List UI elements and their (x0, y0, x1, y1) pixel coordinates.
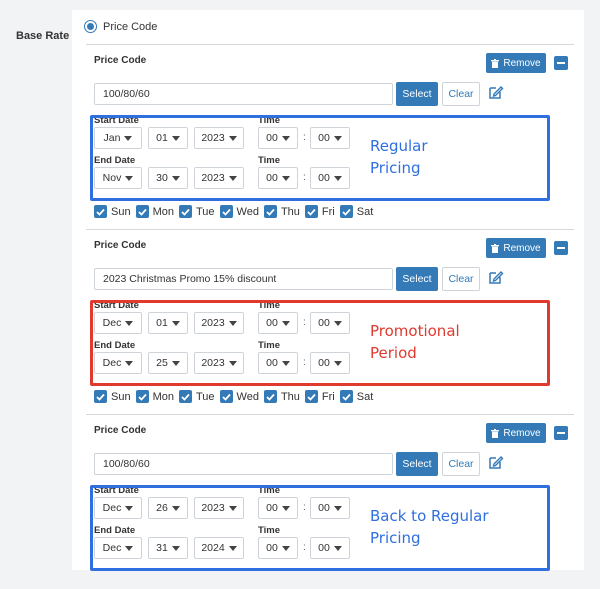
collapse-button[interactable] (554, 56, 568, 70)
weekday-checkbox-thu[interactable]: Thu (263, 390, 300, 403)
annotation-box (90, 300, 550, 386)
weekday-label: Wed (236, 390, 259, 403)
collapse-button[interactable] (554, 426, 568, 440)
checkmark-icon[interactable] (135, 205, 149, 218)
select-button[interactable]: Select (396, 267, 438, 291)
annotation-line-1: Promotional (370, 322, 460, 340)
weekday-label: Sun (111, 390, 131, 403)
weekday-checkbox-sat[interactable]: Sat (339, 205, 374, 218)
trash-icon (491, 58, 500, 68)
price-code-input[interactable]: 100/80/60 (94, 453, 393, 475)
checkmark-icon[interactable] (135, 390, 149, 403)
price-code-block: Price Code Remove 100/80/60 Select Clear… (86, 44, 574, 230)
checkmark-icon[interactable] (339, 205, 353, 218)
minus-icon (557, 62, 565, 64)
label-column: Base Rate (0, 10, 72, 570)
checkmark-icon[interactable] (94, 205, 107, 218)
annotation-line-2: Period (370, 344, 417, 362)
weekday-checkbox-wed[interactable]: Wed (219, 390, 259, 403)
checkmark-icon[interactable] (219, 390, 233, 403)
remove-button[interactable]: Remove (486, 53, 546, 73)
price-code-radio[interactable] (84, 20, 97, 33)
checkmark-icon[interactable] (94, 390, 107, 403)
trash-icon (491, 243, 500, 253)
annotation-text: Promotional Period (370, 320, 460, 364)
price-code-value: 2023 Christmas Promo 15% discount (103, 273, 277, 285)
remove-button-label: Remove (503, 242, 541, 254)
checkmark-icon[interactable] (304, 390, 318, 403)
weekday-checkbox-mon[interactable]: Mon (135, 390, 174, 403)
base-rate-panel: Price Code Price Code Remove 100/80/60 S… (72, 10, 584, 571)
weekday-checkbox-sat[interactable]: Sat (339, 390, 374, 403)
checkmark-icon[interactable] (304, 205, 318, 218)
annotation-text: Back to Regular Pricing (370, 505, 489, 549)
weekday-checkbox-sun[interactable]: Sun (94, 390, 131, 403)
weekday-checkbox-thu[interactable]: Thu (263, 205, 300, 218)
annotation-line-1: Regular (370, 137, 428, 155)
minus-icon (557, 247, 565, 249)
checkmark-icon[interactable] (339, 390, 353, 403)
weekday-label: Fri (321, 390, 335, 403)
checkmark-icon[interactable] (263, 205, 277, 218)
clear-button[interactable]: Clear (442, 82, 480, 106)
weekday-checkbox-mon[interactable]: Mon (135, 205, 174, 218)
minus-icon (557, 432, 565, 434)
weekday-label: Sat (356, 390, 374, 403)
price-code-radio-option[interactable]: Price Code (84, 20, 157, 33)
weekday-label: Mon (152, 390, 174, 403)
checkmark-icon[interactable] (219, 205, 233, 218)
price-code-block: Price Code Remove 100/80/60 Select Clear… (86, 414, 574, 571)
price-code-input[interactable]: 2023 Christmas Promo 15% discount (94, 268, 393, 290)
base-rate-label: Base Rate (16, 30, 70, 42)
clear-button[interactable]: Clear (442, 267, 480, 291)
weekday-checkbox-fri[interactable]: Fri (304, 205, 335, 218)
remove-button[interactable]: Remove (486, 238, 546, 258)
annotation-line-1: Back to Regular (370, 507, 489, 525)
clear-button[interactable]: Clear (442, 452, 480, 476)
price-code-label: Price Code (94, 55, 147, 66)
price-code-label: Price Code (94, 425, 147, 436)
edit-icon[interactable] (488, 269, 504, 285)
edit-icon[interactable] (488, 84, 504, 100)
trash-icon (491, 428, 500, 438)
checkmark-icon[interactable] (178, 205, 192, 218)
price-code-block: Price Code Remove 2023 Christmas Promo 1… (86, 229, 574, 415)
weekday-checkbox-fri[interactable]: Fri (304, 390, 335, 403)
weekday-checkbox-tue[interactable]: Tue (178, 205, 215, 218)
remove-button-label: Remove (503, 57, 541, 69)
weekday-label: Tue (195, 205, 215, 218)
annotation-text: Regular Pricing (370, 135, 428, 179)
edit-icon[interactable] (488, 454, 504, 470)
remove-button[interactable]: Remove (486, 423, 546, 443)
weekday-label: Wed (236, 205, 259, 218)
weekday-label: Tue (195, 390, 215, 403)
annotation-line-2: Pricing (370, 159, 421, 177)
select-button[interactable]: Select (396, 82, 438, 106)
price-code-value: 100/80/60 (103, 458, 150, 470)
weekday-checkbox-sun[interactable]: Sun (94, 205, 131, 218)
price-code-input[interactable]: 100/80/60 (94, 83, 393, 105)
weekday-checkboxes: Sun Mon Tue Wed Thu Fri Sat (94, 205, 378, 218)
weekday-checkbox-wed[interactable]: Wed (219, 205, 259, 218)
price-code-label: Price Code (94, 240, 147, 251)
price-code-radio-label: Price Code (103, 20, 158, 33)
weekday-label: Sun (111, 205, 131, 218)
select-button[interactable]: Select (396, 452, 438, 476)
weekday-checkboxes: Sun Mon Tue Wed Thu Fri Sat (94, 390, 378, 403)
weekday-label: Fri (321, 205, 335, 218)
remove-button-label: Remove (503, 427, 541, 439)
price-code-value: 100/80/60 (103, 88, 150, 100)
weekday-checkbox-tue[interactable]: Tue (178, 390, 215, 403)
checkmark-icon[interactable] (178, 390, 192, 403)
weekday-label: Thu (280, 390, 300, 403)
checkmark-icon[interactable] (263, 390, 277, 403)
collapse-button[interactable] (554, 241, 568, 255)
annotation-box (90, 115, 550, 201)
weekday-label: Mon (152, 205, 174, 218)
weekday-label: Thu (280, 205, 300, 218)
annotation-line-2: Pricing (370, 529, 421, 547)
weekday-label: Sat (356, 205, 374, 218)
